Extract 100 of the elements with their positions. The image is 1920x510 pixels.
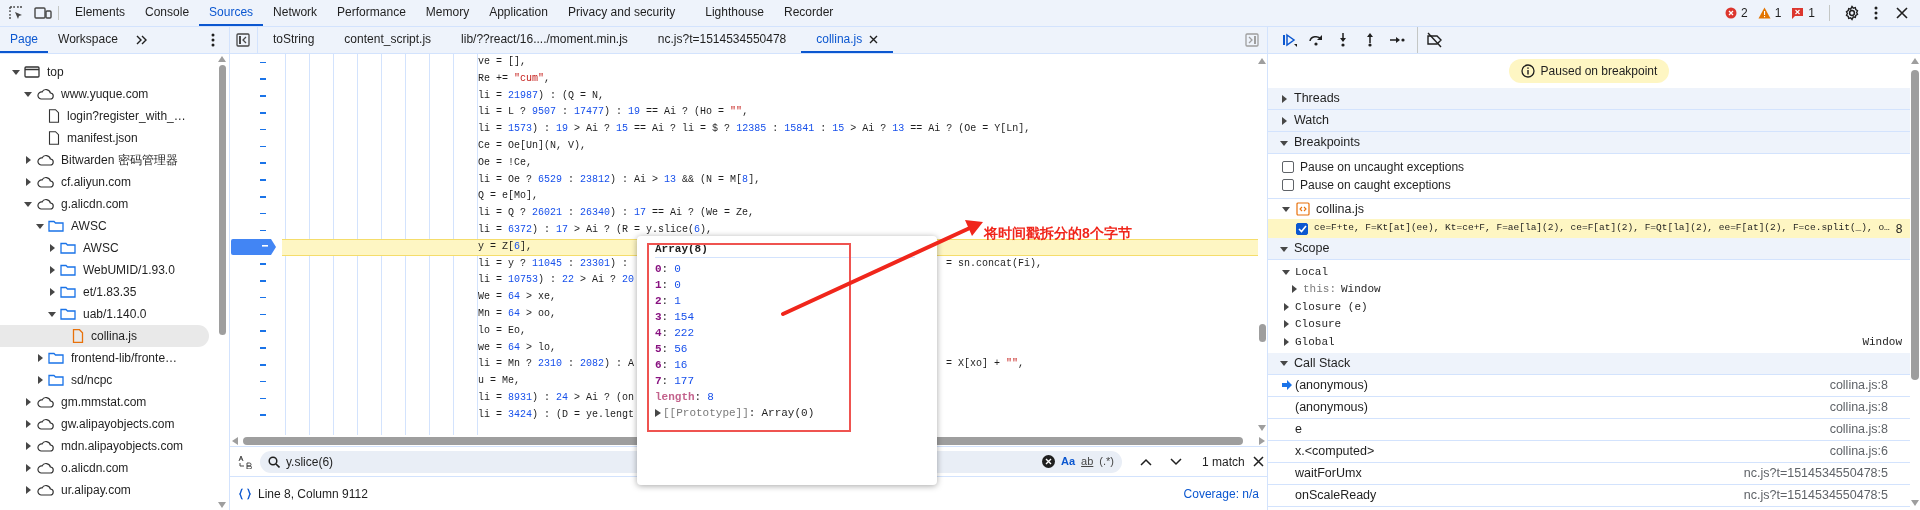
chevron-double-icon[interactable] <box>135 35 148 45</box>
section-header[interactable]: Watch <box>1268 110 1910 132</box>
call-frame[interactable]: onScaleReady nc.js?t=1514534550478:5 <box>1268 484 1910 507</box>
section-header[interactable]: Scope <box>1268 238 1910 260</box>
breakpoint-item[interactable]: ce=F+te, F=Kt[at](ee), Kt=ce+F, F=ae[la](2), ce=F[at](2), F=Qt[la](2), ee=F[at](2), F=ce.split(_), o… 8 <box>1268 219 1910 238</box>
caret-icon[interactable] <box>24 442 32 450</box>
tree-item[interactable]: cf.aliyun.com <box>0 171 209 193</box>
caret-icon[interactable] <box>36 222 44 230</box>
more-options-icon[interactable] <box>211 33 215 47</box>
close-icon[interactable] <box>1252 456 1264 467</box>
scroll-up-icon[interactable] <box>1911 58 1919 64</box>
checkbox[interactable] <box>1296 222 1308 235</box>
warning-count[interactable]: 1 <box>1774 4 1782 22</box>
call-frame[interactable]: waitForUmx nc.js?t=1514534550478:5 <box>1268 462 1910 485</box>
sidebar-tab[interactable]: Page <box>0 27 49 53</box>
tree-item[interactable]: ur.alipay.com <box>0 479 209 501</box>
inspect-icon[interactable] <box>8 5 24 21</box>
caret-icon[interactable] <box>48 244 56 252</box>
caret-icon[interactable] <box>24 90 32 98</box>
pretty-print-icon[interactable] <box>238 487 252 500</box>
panel-tab[interactable]: Console <box>135 0 200 26</box>
panel-tab[interactable]: Memory <box>415 0 480 26</box>
tree-item[interactable]: Bitwarden 密码管理器 <box>0 149 209 171</box>
deactivate-breakpoints-icon[interactable] <box>1426 32 1443 48</box>
resume-icon[interactable] <box>1281 32 1298 48</box>
scroll-up-icon[interactable] <box>218 56 226 62</box>
coverage-link[interactable]: Coverage: n/a <box>1183 484 1259 503</box>
replace-toggle-icon[interactable] <box>238 454 252 469</box>
panel-tab[interactable]: Application <box>479 0 558 26</box>
checkbox[interactable] <box>1282 179 1294 191</box>
option-label[interactable]: Pause on uncaught exceptions <box>1300 158 1465 176</box>
caret-icon[interactable] <box>12 68 20 76</box>
property-row[interactable]: [[Prototype]]: Array(0) <box>655 405 937 421</box>
tree-item[interactable]: g.alicdn.com <box>0 193 209 215</box>
call-frame[interactable]: (anonymous) collina.js:8 <box>1268 374 1910 397</box>
caret-icon[interactable] <box>1282 320 1290 329</box>
section-header[interactable]: Threads <box>1268 88 1910 110</box>
scope-item[interactable]: Global Window <box>1268 333 1910 351</box>
caret-icon[interactable] <box>1280 359 1288 367</box>
panel-toggle-icon[interactable] <box>1245 33 1259 47</box>
tree-item[interactable]: gw.alipayobjects.com <box>0 413 209 435</box>
caret-icon[interactable] <box>24 156 32 164</box>
scrollbar-thumb[interactable] <box>218 65 226 335</box>
file-tab[interactable]: nc.js?t=1514534550478 <box>642 27 802 53</box>
next-match-icon[interactable] <box>1170 457 1182 466</box>
file-tab[interactable]: toString <box>258 27 330 53</box>
tree-item[interactable]: AWSC <box>0 215 209 237</box>
scroll-right-icon[interactable] <box>1259 436 1265 445</box>
device-toolbar-icon[interactable] <box>34 5 52 21</box>
tree-item[interactable]: WebUMID/1.93.0 <box>0 259 209 281</box>
caret-icon[interactable] <box>24 398 32 406</box>
caret-icon[interactable] <box>1280 116 1288 125</box>
previous-match-icon[interactable] <box>1140 457 1152 466</box>
expand-caret-icon[interactable] <box>655 409 661 418</box>
caret-icon[interactable] <box>36 376 44 384</box>
caret-icon[interactable] <box>1282 337 1290 346</box>
caret-icon[interactable] <box>24 464 32 472</box>
scope-item[interactable]: Closure (e) <box>1268 298 1910 316</box>
tree-item[interactable]: www.yuque.com <box>0 83 209 105</box>
tree-item[interactable]: collina.js <box>0 325 209 347</box>
tree-item[interactable]: login?register_with_… <box>0 105 209 127</box>
caret-icon[interactable] <box>1282 302 1290 311</box>
caret-icon[interactable] <box>1282 267 1290 276</box>
tree-item[interactable]: gm.mmstat.com <box>0 391 209 413</box>
caret-icon[interactable] <box>24 178 32 186</box>
panel-tab[interactable]: Privacy and security <box>557 0 686 26</box>
panel-tab[interactable]: Recorder <box>773 0 844 26</box>
scope-item[interactable]: this: Window <box>1268 280 1910 298</box>
scope-item[interactable]: Closure <box>1268 315 1910 333</box>
caret-icon[interactable] <box>1290 285 1298 294</box>
sidebar-toggle-icon[interactable] <box>236 33 250 47</box>
clear-icon[interactable] <box>1042 455 1055 468</box>
file-tab[interactable]: content_script.js <box>329 27 447 53</box>
caret-icon[interactable] <box>24 200 32 208</box>
section-header[interactable]: Call Stack <box>1268 352 1910 375</box>
tree-item[interactable]: top <box>0 61 209 83</box>
close-icon[interactable] <box>869 34 879 44</box>
close-icon[interactable] <box>1896 7 1908 19</box>
tree-item[interactable]: manifest.json <box>0 127 209 149</box>
scroll-down-icon[interactable] <box>1258 425 1266 431</box>
panel-tab[interactable]: Performance <box>327 0 416 26</box>
panel-tab[interactable]: Lighthouse <box>695 0 774 26</box>
caret-icon[interactable] <box>1282 205 1290 213</box>
regex-toggle[interactable]: (.*) <box>1099 453 1114 470</box>
caret-icon[interactable] <box>1280 244 1288 253</box>
panel-tab[interactable]: Elements <box>65 0 136 26</box>
file-tab[interactable]: collina.js <box>801 27 894 53</box>
caret-icon[interactable] <box>24 486 32 494</box>
call-frame[interactable]: x.<computed> collina.js:6 <box>1268 440 1910 463</box>
scroll-down-icon[interactable] <box>218 502 226 508</box>
checkbox[interactable] <box>1282 161 1294 173</box>
caret-icon[interactable] <box>48 266 56 274</box>
whole-word-toggle[interactable]: ab <box>1081 453 1094 470</box>
scrollbar-thumb[interactable] <box>1259 324 1266 342</box>
caret-icon[interactable] <box>24 420 32 428</box>
tree-item[interactable]: AWSC <box>0 237 209 259</box>
tree-item[interactable]: et/1.83.35 <box>0 281 209 303</box>
caret-icon[interactable] <box>48 310 56 318</box>
tree-item[interactable]: sd/ncpc <box>0 369 209 391</box>
tree-item[interactable]: frontend-lib/fronte… <box>0 347 209 369</box>
